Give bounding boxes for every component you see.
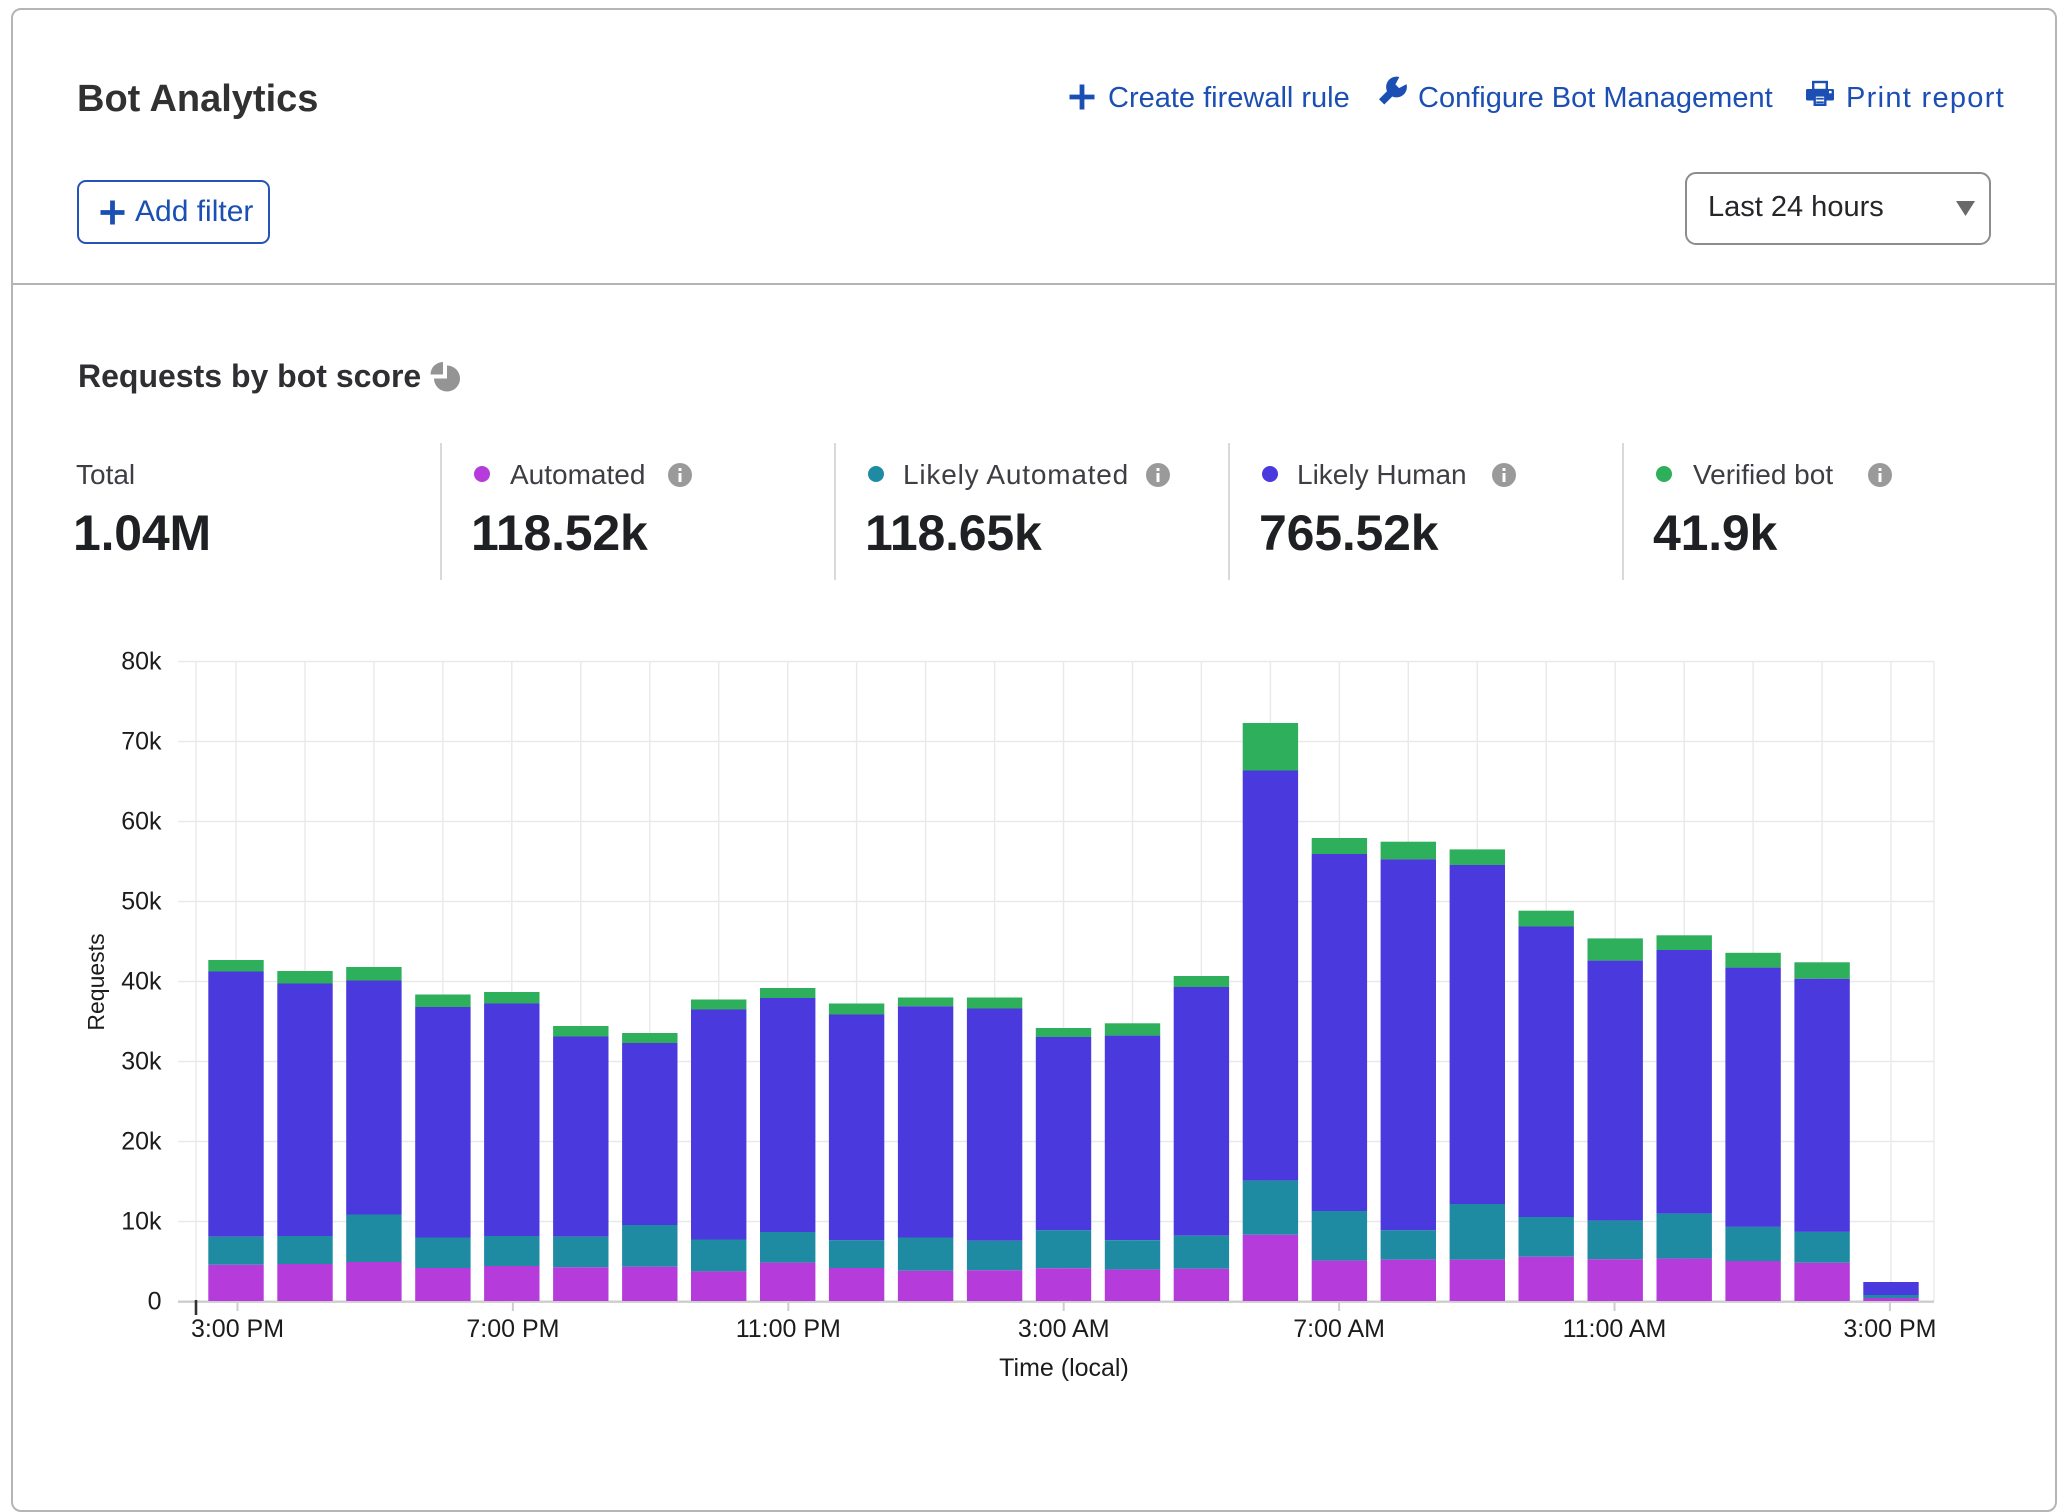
svg-text:3:00 PM: 3:00 PM <box>191 1315 284 1343</box>
svg-text:Requests: Requests <box>83 933 109 1030</box>
svg-text:3:00 PM: 3:00 PM <box>1843 1315 1936 1343</box>
svg-text:50k: 50k <box>121 888 162 916</box>
svg-text:40k: 40k <box>121 968 162 996</box>
svg-text:7:00 PM: 7:00 PM <box>466 1315 559 1343</box>
svg-text:30k: 30k <box>121 1048 162 1076</box>
svg-text:3:00 AM: 3:00 AM <box>1018 1315 1110 1343</box>
svg-text:11:00 PM: 11:00 PM <box>736 1315 841 1343</box>
svg-text:20k: 20k <box>121 1128 162 1156</box>
svg-text:11:00 AM: 11:00 AM <box>1563 1315 1667 1343</box>
svg-text:0: 0 <box>148 1288 162 1316</box>
svg-text:7:00 AM: 7:00 AM <box>1293 1315 1385 1343</box>
svg-text:80k: 80k <box>121 648 162 676</box>
svg-text:70k: 70k <box>121 728 162 756</box>
svg-text:Time (local): Time (local) <box>999 1354 1129 1382</box>
svg-text:10k: 10k <box>121 1208 162 1236</box>
svg-text:60k: 60k <box>121 808 162 836</box>
